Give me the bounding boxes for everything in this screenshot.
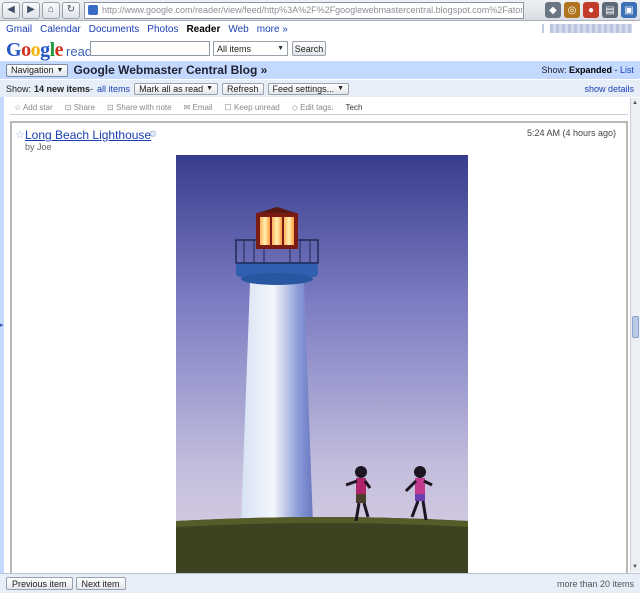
sidebar-toggle[interactable]: ▸ [0,97,4,573]
previous-item-button[interactable]: Previous item [6,577,73,590]
entry-date: 5:24 AM (4 hours ago) [526,128,616,138]
items-filter-select[interactable]: All items ▼ [213,41,288,56]
account-divider [542,24,544,33]
feed-title[interactable]: Google Webmaster Central Blog » [73,63,267,77]
view-list-link[interactable]: List [620,65,634,75]
gbar-link-gmail[interactable]: Gmail [6,24,32,35]
open-original-icon[interactable]: ⚙ [149,129,157,140]
lighthouse-photo [176,155,468,573]
add-star-action[interactable]: ☆ Add star [14,103,59,112]
chevron-down-icon: ▼ [337,85,345,92]
view-mode-switch: Show: Expanded - List [541,65,640,75]
page-menu-icon[interactable]: ▤ [602,2,618,18]
previous-entry-actions: ☆ Add star ⊡ Share ⊡ Share with note ✉ E… [10,101,628,115]
stop-icon[interactable]: ● [583,2,599,18]
feed-header: Navigation ▼ Google Webmaster Central Bl… [0,61,640,79]
edit-tags-action[interactable]: ◇ Edit tags: [292,103,340,112]
refresh-button[interactable]: Refresh [222,82,264,95]
google-logo-text: Google [6,39,64,61]
chevron-down-icon: ▼ [206,85,214,92]
gbar-link-more[interactable]: more » [257,24,288,35]
chevron-down-icon: ▼ [56,66,64,74]
items-filter-value: All items [217,43,252,54]
tools-menu-icon[interactable]: ▣ [621,2,637,18]
back-arrow-icon[interactable]: ◀ [2,1,20,19]
feed-settings-button[interactable]: Feed settings... ▼ [267,82,350,95]
gbar-link-calendar[interactable]: Calendar [40,24,81,35]
share-with-note-action[interactable]: ⊡ Share with note [107,103,178,112]
mark-all-read-label: Mark all as read [139,83,204,94]
vertical-scrollbar[interactable]: ▲ ▼ [630,98,640,572]
gbar-link-photos[interactable]: Photos [147,24,178,35]
mark-all-read-button[interactable]: Mark all as read ▼ [134,82,219,95]
browser-toolbar: ◀ ▶ ⌂ ↻ http://www.google.com/reader/vie… [0,0,640,21]
show-details-link[interactable]: show details [584,84,634,94]
bottom-navigation: Previous item Next item more than 20 ite… [0,573,640,593]
google-bar: Gmail Calendar Documents Photos Reader W… [0,22,640,36]
gbar-link-web[interactable]: Web [228,24,248,35]
current-entry[interactable]: ☆ Long Beach Lighthouse ⚙ by Joe 5:24 AM… [10,121,628,573]
favicon-icon [88,5,98,15]
all-items-link[interactable]: all items [97,84,130,94]
star-icon[interactable]: ☆ [15,128,25,141]
browser-extensions: ◆ ◎ ● ▤ ▣ [545,2,640,18]
extension-icon[interactable]: ◆ [545,2,561,18]
view-separator: - [611,65,620,75]
navigation-label: Navigation [11,65,54,75]
gbar-link-documents[interactable]: Documents [89,24,140,35]
address-text: http://www.google.com/reader/view/feed/h… [102,5,523,15]
feed-settings-label: Feed settings... [272,83,335,94]
home-icon[interactable]: ⌂ [42,1,60,19]
expand-arrow-icon: ▸ [0,322,4,329]
keep-unread-action[interactable]: ☐ Keep unread [225,103,286,112]
new-items-filter[interactable]: 14 new items [34,84,90,94]
scroll-up-icon[interactable]: ▲ [632,100,638,106]
search-input[interactable] [90,41,210,56]
view-show-label: Show: [541,65,567,75]
next-item-button[interactable]: Next item [75,577,126,590]
address-bar[interactable]: http://www.google.com/reader/view/feed/h… [84,1,524,19]
share-action[interactable]: ⊡ Share [65,103,101,112]
entry-author: by Joe [25,142,52,152]
entry-title[interactable]: Long Beach Lighthouse [25,128,151,142]
email-action[interactable]: ✉ Email [184,103,219,112]
item-count: more than 20 items [556,578,634,589]
filter-separator: - [90,83,94,94]
view-expanded[interactable]: Expanded [569,65,612,75]
navigation-button[interactable]: Navigation ▼ [6,63,69,77]
show-label: Show: [6,83,32,94]
feed-toolbar: Show: 14 new items - all items Mark all … [0,80,640,97]
gbar-link-reader[interactable]: Reader [186,24,220,35]
google-reader-logo[interactable]: Google reader [6,39,104,62]
chevron-down-icon: ▼ [277,45,284,52]
scrollbar-thumb[interactable] [632,316,639,338]
search-button[interactable]: Search [292,41,326,56]
globe-icon[interactable]: ◎ [564,2,580,18]
forward-arrow-icon[interactable]: ▶ [22,1,40,19]
tag-tech[interactable]: Tech [346,103,363,112]
scroll-down-icon[interactable]: ▼ [632,564,638,570]
account-info-redacted [550,24,632,33]
reload-icon[interactable]: ↻ [62,1,80,19]
